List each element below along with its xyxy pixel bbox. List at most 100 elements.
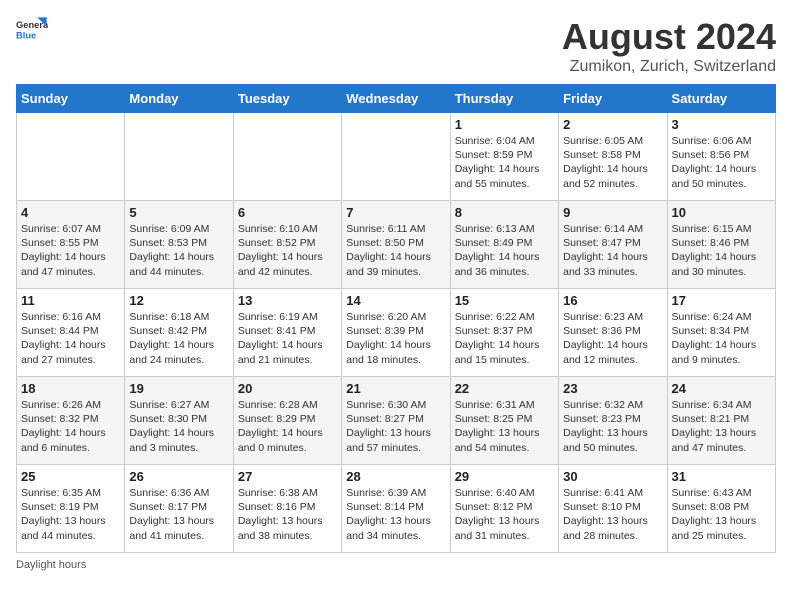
day-info: Sunrise: 6:35 AMSunset: 8:19 PMDaylight:… — [21, 486, 120, 543]
calendar-cell: 20 Sunrise: 6:28 AMSunset: 8:29 PMDayligh… — [233, 377, 341, 465]
calendar-header-row: SundayMondayTuesdayWednesdayThursdayFrid… — [17, 85, 776, 113]
day-info: Sunrise: 6:41 AMSunset: 8:10 PMDaylight:… — [563, 486, 662, 543]
page-subtitle: Zumikon, Zurich, Switzerland — [562, 58, 776, 76]
calendar-cell: 7Sunrise: 6:11 AMSunset: 8:50 PMDaylight… — [342, 201, 450, 289]
day-info: Sunrise: 6:31 AMSunset: 8:25 PMDaylight:… — [455, 398, 554, 455]
day-number: 31 — [672, 469, 771, 484]
day-number: 28 — [346, 469, 445, 484]
day-number: 15 — [455, 293, 554, 308]
calendar-week-5: 25 Sunrise: 6:35 AMSunset: 8:19 PMDayligh… — [17, 465, 776, 553]
calendar-week-3: 11 Sunrise: 6:16 AMSunset: 8:44 PMDayligh… — [17, 289, 776, 377]
calendar-week-4: 18 Sunrise: 6:26 AMSunset: 8:32 PMDayligh… — [17, 377, 776, 465]
calendar-table: SundayMondayTuesdayWednesdayThursdayFrid… — [16, 84, 776, 553]
day-info: Sunrise: 6:32 AMSunset: 8:23 PMDaylight:… — [563, 398, 662, 455]
day-info: Sunrise: 6:38 AMSunset: 8:16 PMDaylight:… — [238, 486, 337, 543]
day-number: 25 — [21, 469, 120, 484]
calendar-cell — [125, 113, 233, 201]
calendar-cell: 5 Sunrise: 6:09 AMSunset: 8:53 PMDaylight… — [125, 201, 233, 289]
day-info: Sunrise: 6:22 AMSunset: 8:37 PMDaylight:… — [455, 310, 554, 367]
day-header-tuesday: Tuesday — [233, 85, 341, 113]
calendar-cell: 23 Sunrise: 6:32 AMSunset: 8:23 PMDayligh… — [559, 377, 667, 465]
day-info: Sunrise: 6:18 AMSunset: 8:42 PMDaylight:… — [129, 310, 228, 367]
day-number: 10 — [672, 205, 771, 220]
day-number: 23 — [563, 381, 662, 396]
day-number: 24 — [672, 381, 771, 396]
calendar-cell: 12 Sunrise: 6:18 AMSunset: 8:42 PMDayligh… — [125, 289, 233, 377]
calendar-cell: 22Sunrise: 6:31 AMSunset: 8:25 PMDayligh… — [450, 377, 558, 465]
day-number: 8 — [455, 205, 554, 220]
day-info: Sunrise: 6:10 AMSunset: 8:52 PMDaylight:… — [238, 222, 337, 279]
day-info: Sunrise: 6:19 AMSunset: 8:41 PMDaylight:… — [238, 310, 337, 367]
day-number: 3 — [672, 117, 771, 132]
day-number: 27 — [238, 469, 337, 484]
day-info: Sunrise: 6:11 AMSunset: 8:50 PMDaylight:… — [346, 222, 445, 279]
day-info: Sunrise: 6:16 AMSunset: 8:44 PMDaylight:… — [21, 310, 120, 367]
day-number: 17 — [672, 293, 771, 308]
day-info: Sunrise: 6:07 AMSunset: 8:55 PMDaylight:… — [21, 222, 120, 279]
calendar-cell: 8 Sunrise: 6:13 AMSunset: 8:49 PMDaylight… — [450, 201, 558, 289]
calendar-cell: 2Sunrise: 6:05 AMSunset: 8:58 PMDaylight… — [559, 113, 667, 201]
calendar-cell: 13Sunrise: 6:19 AMSunset: 8:41 PMDayligh… — [233, 289, 341, 377]
logo-icon: General Blue — [16, 16, 48, 44]
day-info: Sunrise: 6:27 AMSunset: 8:30 PMDaylight:… — [129, 398, 228, 455]
day-number: 30 — [563, 469, 662, 484]
day-number: 6 — [238, 205, 337, 220]
calendar-cell: 26 Sunrise: 6:36 AMSunset: 8:17 PMDayligh… — [125, 465, 233, 553]
day-info: Sunrise: 6:20 AMSunset: 8:39 PMDaylight:… — [346, 310, 445, 367]
day-header-friday: Friday — [559, 85, 667, 113]
day-info: Sunrise: 6:28 AMSunset: 8:29 PMDaylight:… — [238, 398, 337, 455]
day-number: 18 — [21, 381, 120, 396]
day-info: Sunrise: 6:06 AMSunset: 8:56 PMDaylight:… — [672, 134, 771, 191]
calendar-cell: 27 Sunrise: 6:38 AMSunset: 8:16 PMDayligh… — [233, 465, 341, 553]
logo: General Blue — [16, 16, 48, 44]
day-info: Sunrise: 6:04 AMSunset: 8:59 PMDaylight:… — [455, 134, 554, 191]
day-number: 11 — [21, 293, 120, 308]
day-number: 29 — [455, 469, 554, 484]
day-info: Sunrise: 6:13 AMSunset: 8:49 PMDaylight:… — [455, 222, 554, 279]
day-info: Sunrise: 6:40 AMSunset: 8:12 PMDaylight:… — [455, 486, 554, 543]
calendar-cell: 31 Sunrise: 6:43 AMSunset: 8:08 PMDayligh… — [667, 465, 775, 553]
calendar-cell: 1Sunrise: 6:04 AMSunset: 8:59 PMDaylight… — [450, 113, 558, 201]
day-number: 19 — [129, 381, 228, 396]
day-number: 5 — [129, 205, 228, 220]
calendar-cell: 17 Sunrise: 6:24 AMSunset: 8:34 PMDayligh… — [667, 289, 775, 377]
svg-text:Blue: Blue — [16, 31, 36, 41]
day-number: 26 — [129, 469, 228, 484]
day-info: Sunrise: 6:23 AMSunset: 8:36 PMDaylight:… — [563, 310, 662, 367]
calendar-cell: 29 Sunrise: 6:40 AMSunset: 8:12 PMDayligh… — [450, 465, 558, 553]
calendar-cell: 10 Sunrise: 6:15 AMSunset: 8:46 PMDayligh… — [667, 201, 775, 289]
page-header: General Blue August 2024 Zumikon, Zurich… — [16, 16, 776, 76]
day-info: Sunrise: 6:30 AMSunset: 8:27 PMDaylight:… — [346, 398, 445, 455]
calendar-cell: 25 Sunrise: 6:35 AMSunset: 8:19 PMDayligh… — [17, 465, 125, 553]
day-number: 20 — [238, 381, 337, 396]
calendar-cell: 3 Sunrise: 6:06 AMSunset: 8:56 PMDaylight… — [667, 113, 775, 201]
day-info: Sunrise: 6:36 AMSunset: 8:17 PMDaylight:… — [129, 486, 228, 543]
day-header-thursday: Thursday — [450, 85, 558, 113]
calendar-cell: 4Sunrise: 6:07 AMSunset: 8:55 PMDaylight… — [17, 201, 125, 289]
day-number: 9 — [563, 205, 662, 220]
footer-note: Daylight hours — [16, 559, 776, 571]
calendar-cell: 9 Sunrise: 6:14 AMSunset: 8:47 PMDaylight… — [559, 201, 667, 289]
day-number: 12 — [129, 293, 228, 308]
calendar-week-1: 1Sunrise: 6:04 AMSunset: 8:59 PMDaylight… — [17, 113, 776, 201]
day-header-monday: Monday — [125, 85, 233, 113]
day-info: Sunrise: 6:43 AMSunset: 8:08 PMDaylight:… — [672, 486, 771, 543]
calendar-cell: 24 Sunrise: 6:34 AMSunset: 8:21 PMDayligh… — [667, 377, 775, 465]
calendar-cell: 11 Sunrise: 6:16 AMSunset: 8:44 PMDayligh… — [17, 289, 125, 377]
day-number: 2 — [563, 117, 662, 132]
calendar-week-2: 4Sunrise: 6:07 AMSunset: 8:55 PMDaylight… — [17, 201, 776, 289]
calendar-cell: 21Sunrise: 6:30 AMSunset: 8:27 PMDayligh… — [342, 377, 450, 465]
day-header-saturday: Saturday — [667, 85, 775, 113]
calendar-cell — [17, 113, 125, 201]
calendar-cell: 19 Sunrise: 6:27 AMSunset: 8:30 PMDayligh… — [125, 377, 233, 465]
day-info: Sunrise: 6:15 AMSunset: 8:46 PMDaylight:… — [672, 222, 771, 279]
day-info: Sunrise: 6:09 AMSunset: 8:53 PMDaylight:… — [129, 222, 228, 279]
day-info: Sunrise: 6:14 AMSunset: 8:47 PMDaylight:… — [563, 222, 662, 279]
day-number: 16 — [563, 293, 662, 308]
day-info: Sunrise: 6:34 AMSunset: 8:21 PMDaylight:… — [672, 398, 771, 455]
day-info: Sunrise: 6:26 AMSunset: 8:32 PMDaylight:… — [21, 398, 120, 455]
calendar-cell: 6 Sunrise: 6:10 AMSunset: 8:52 PMDaylight… — [233, 201, 341, 289]
calendar-cell: 15 Sunrise: 6:22 AMSunset: 8:37 PMDayligh… — [450, 289, 558, 377]
day-info: Sunrise: 6:24 AMSunset: 8:34 PMDaylight:… — [672, 310, 771, 367]
calendar-cell: 30 Sunrise: 6:41 AMSunset: 8:10 PMDayligh… — [559, 465, 667, 553]
